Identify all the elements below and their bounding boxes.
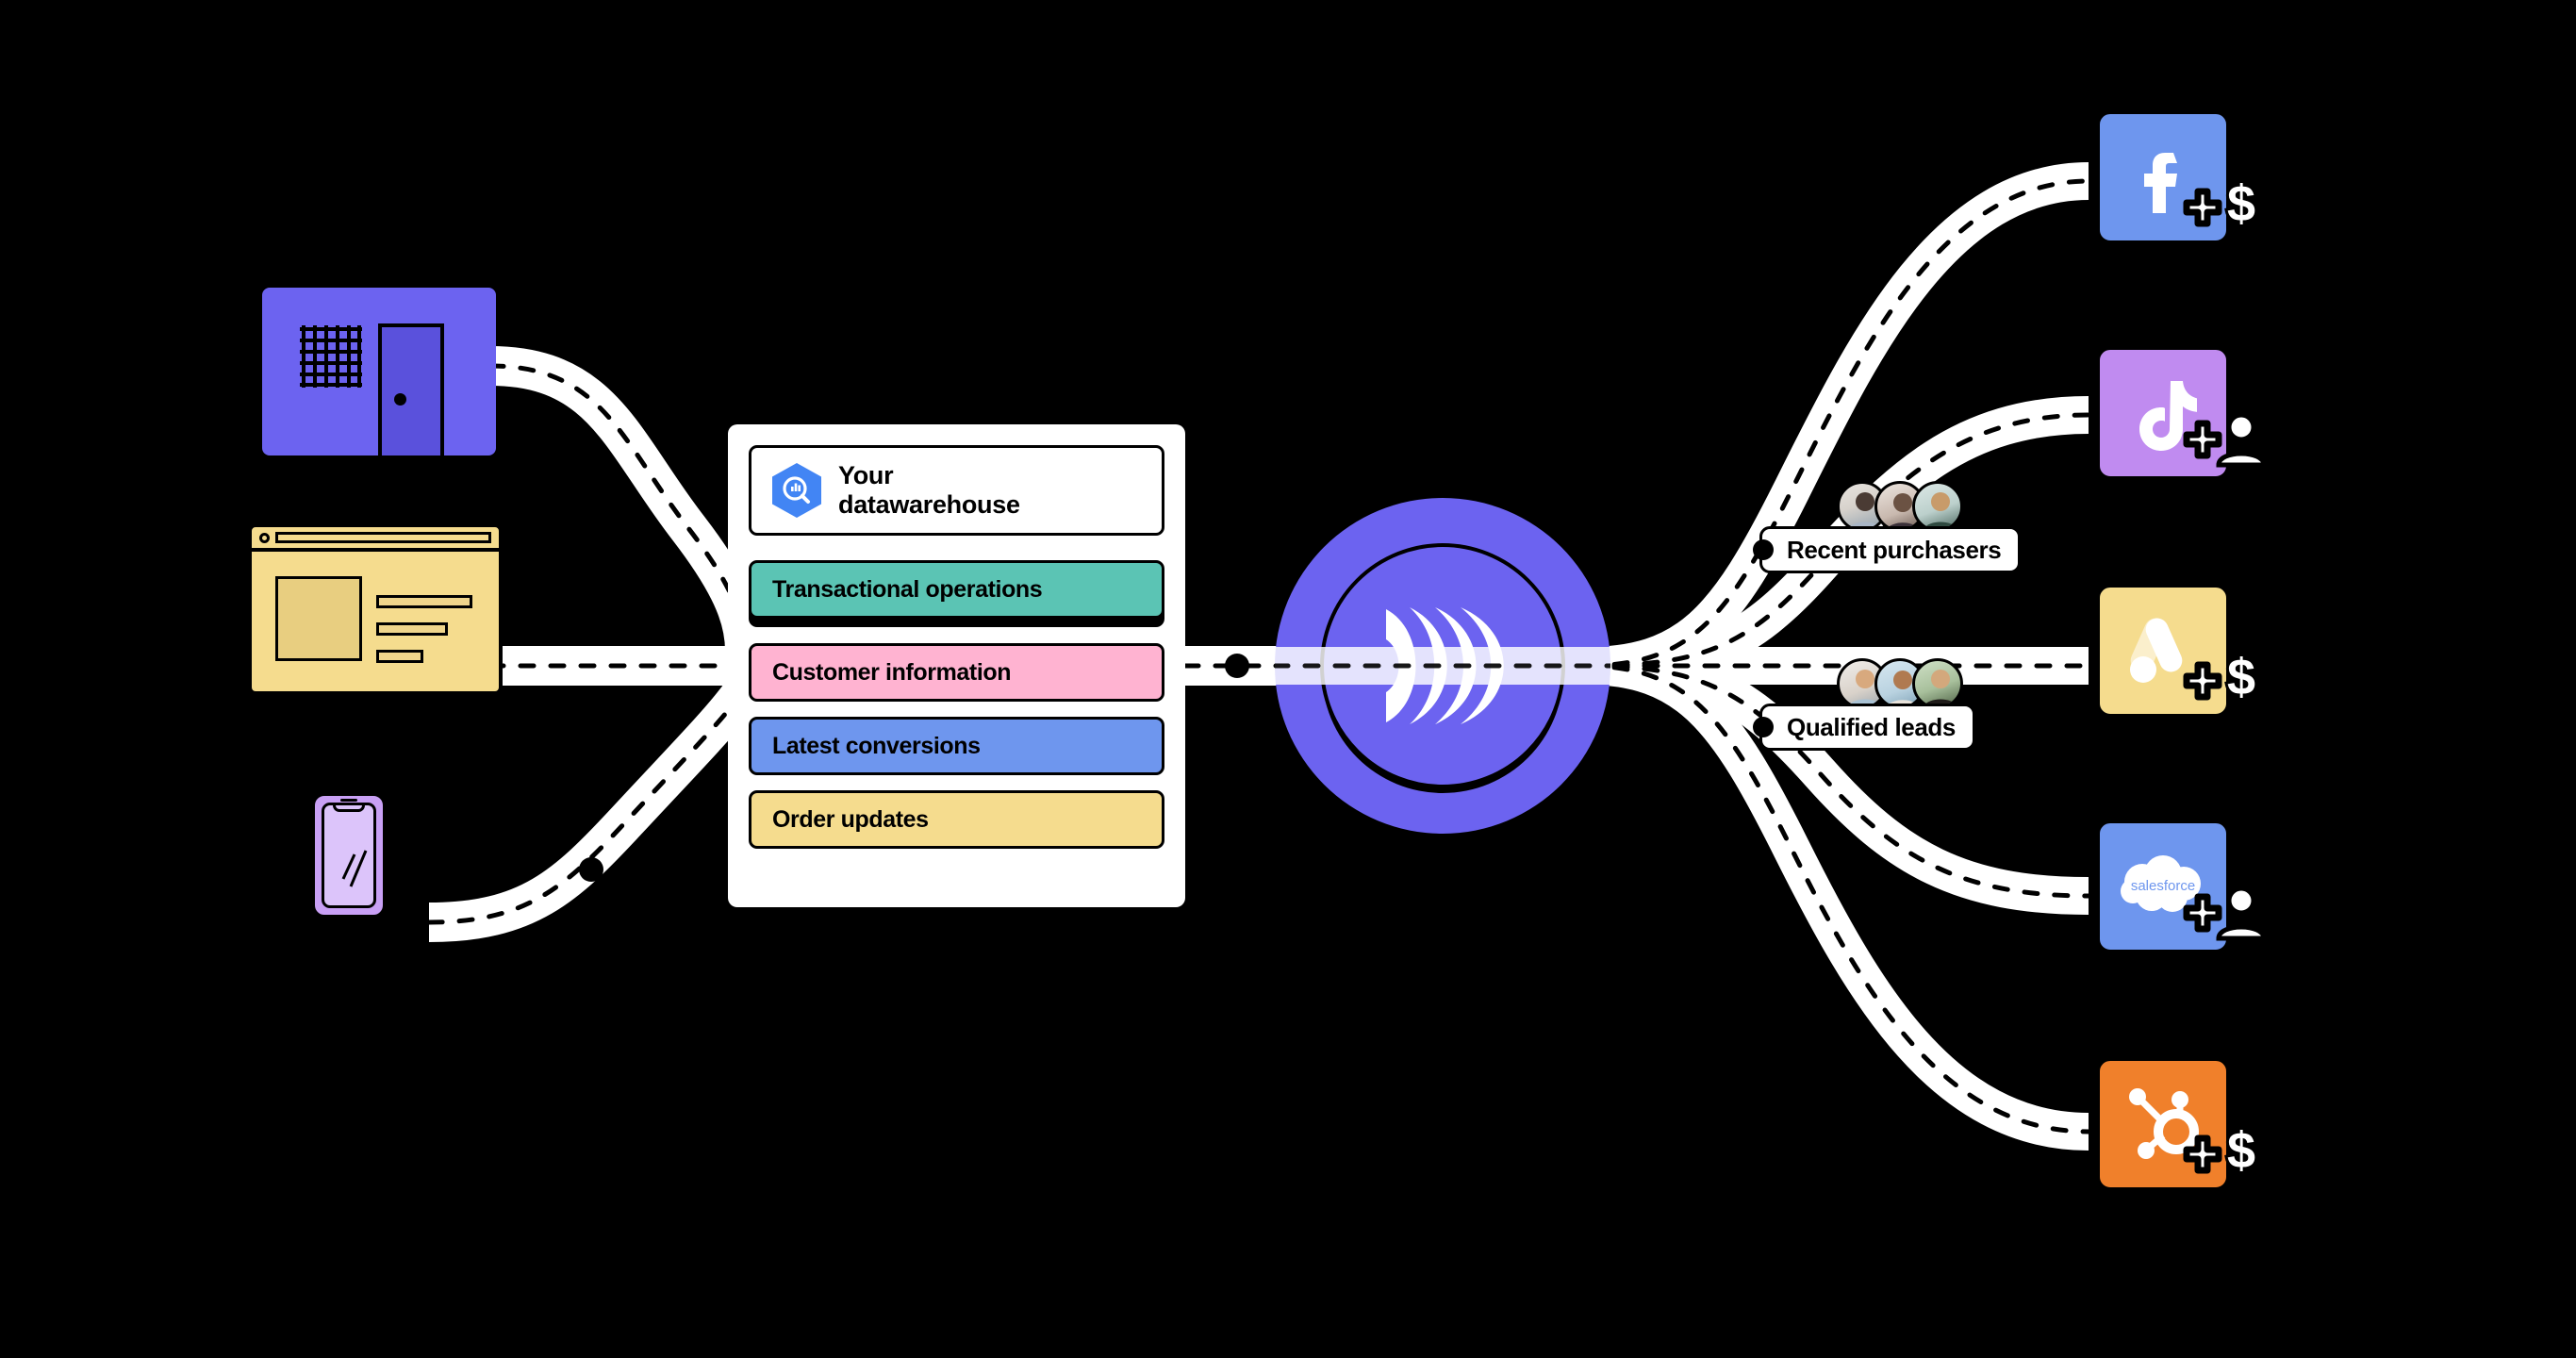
plus-dollar-badge: $: [2183, 174, 2258, 235]
browser-titlebar: [252, 527, 499, 552]
phone-screen: [322, 803, 376, 908]
dataset-pill-transactional-operations[interactable]: Transactional operations: [749, 560, 1164, 619]
phone-shine-icon: [341, 850, 368, 887]
audience-label: Recent purchasers: [1787, 535, 2002, 564]
datawarehouse-card: Your datawarehouse Transactional operati…: [728, 424, 1185, 907]
destination-salesforce[interactable]: salesforce: [2097, 820, 2267, 952]
audience-chip-dot: [1753, 717, 1774, 737]
audience-avatars: [1837, 481, 1963, 532]
road-marker-phone: [579, 857, 603, 882]
browser-window-icon: [248, 523, 503, 695]
plus-person-badge: [2183, 412, 2267, 468]
store-door-icon: [378, 323, 444, 455]
dataset-pill-latest-conversions[interactable]: Latest conversions: [749, 717, 1164, 775]
road-marker-hub-in: [1225, 654, 1249, 678]
datawarehouse-title-line1: Your: [838, 461, 894, 490]
destination-google-ads[interactable]: $: [2097, 585, 2258, 717]
destination-hubspot[interactable]: $: [2097, 1058, 2258, 1190]
destination-tiktok[interactable]: [2097, 347, 2267, 479]
datawarehouse-title-line2: datawarehouse: [838, 490, 1020, 519]
destination-facebook[interactable]: $: [2097, 111, 2258, 243]
browser-text-line: [376, 595, 472, 608]
audience-chip-dot: [1753, 539, 1774, 560]
plus-dollar-badge: $: [2183, 1121, 2258, 1182]
dataset-pill-customer-information[interactable]: Customer information: [749, 643, 1164, 702]
plus-person-badge: [2183, 886, 2267, 941]
avatar: [1912, 481, 1963, 532]
svg-text:$: $: [2227, 649, 2255, 705]
diagram-canvas: Your datawarehouse Transactional operati…: [0, 0, 2576, 1358]
bigquery-icon: [772, 463, 821, 518]
store-doorknob-icon: [394, 393, 406, 406]
audience-chip[interactable]: Qualified leads: [1753, 704, 1975, 751]
datawarehouse-title: Your datawarehouse: [838, 461, 1020, 520]
plus-dollar-badge: $: [2183, 648, 2258, 708]
avatar: [1912, 658, 1963, 709]
browser-dot-icon: [259, 532, 270, 543]
phone-speaker-icon: [340, 799, 357, 802]
svg-text:$: $: [2227, 1122, 2255, 1179]
svg-text:$: $: [2227, 175, 2255, 232]
audience-avatars: [1837, 658, 1963, 709]
audience-chip[interactable]: Recent purchasers: [1753, 526, 2022, 573]
browser-image-placeholder: [275, 576, 362, 661]
road-phone: [428, 677, 762, 942]
dataset-pill-order-updates[interactable]: Order updates: [749, 790, 1164, 849]
smartphone-icon: [311, 792, 387, 919]
store-icon: [262, 288, 496, 455]
browser-text-line: [376, 650, 423, 663]
browser-text-line: [376, 622, 448, 636]
audience-label: Qualified leads: [1787, 712, 1956, 741]
road-overlay-hub-dash: [1275, 663, 1610, 669]
store-window-grid-icon: [300, 325, 362, 388]
browser-url-bar: [275, 532, 491, 543]
datawarehouse-header: Your datawarehouse: [749, 445, 1164, 536]
road-store: [489, 346, 765, 652]
